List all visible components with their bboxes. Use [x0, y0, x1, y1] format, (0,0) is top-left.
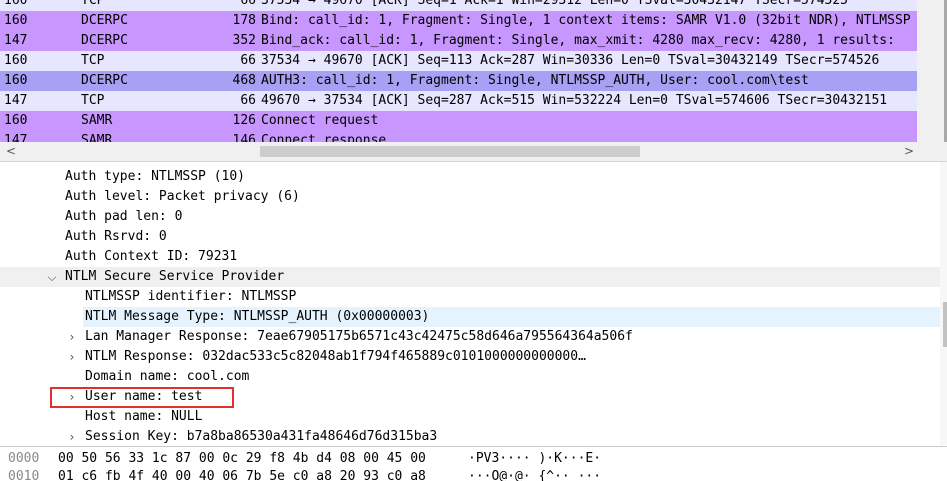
tree-field-text: Host name: NULL — [85, 409, 203, 424]
hex-bytes: 01 c6 fb 4f 40 00 40 06 7b 5e c0 a8 20 9… — [58, 469, 426, 481]
packet-info: 37534 → 49670 [ACK] Seq=113 Ack=287 Win=… — [261, 53, 880, 68]
packet-source: 160 — [4, 53, 28, 68]
tree-field[interactable]: Auth pad len: 0 — [0, 207, 940, 227]
tree-field-text: Domain name: cool.com — [85, 369, 250, 384]
chevron-down-icon[interactable]: ⌵ — [45, 267, 59, 287]
packet-source: 160 — [4, 113, 28, 128]
packet-info: 37534 → 49670 [ACK] Seq=1 Ack=1 Win=2931… — [261, 0, 848, 8]
packet-row[interactable]: 160 TCP 66 37534 → 49670 [ACK] Seq=1 Ack=1 … — [0, 0, 917, 11]
hex-offset: 0010 — [8, 469, 40, 481]
scroll-right-icon[interactable]: > — [902, 142, 916, 161]
scrollbar-corner — [917, 142, 947, 161]
tree-field[interactable]: NTLM Message Type: NTLMSSP_AUTH (0x00000… — [0, 307, 940, 327]
packet-length: 126 — [232, 113, 256, 128]
packet-protocol: SAMR — [81, 133, 113, 142]
packet-protocol: TCP — [81, 93, 105, 108]
packet-source: 160 — [4, 13, 28, 28]
packet-source: 147 — [4, 133, 28, 142]
tree-field[interactable]: Domain name: cool.com — [0, 367, 940, 387]
packet-protocol: TCP — [81, 53, 105, 68]
hex-ascii: ·PV3···· )·K···E· — [468, 451, 602, 466]
tree-field-text: NTLM Response: 032dac533c5c82048ab1f794f… — [85, 349, 586, 364]
packet-info: Connect request — [261, 113, 379, 128]
hex-bytes: 00 50 56 33 1c 87 00 0c 29 f8 4b d4 08 0… — [58, 451, 426, 466]
tree-field-text: Auth Context ID: 79231 — [65, 249, 238, 264]
packet-row[interactable]: 160 DCERPC 178 Bind: call_id: 1, Fragment: … — [0, 11, 917, 31]
tree-field[interactable]: › NTLM Response: 032dac533c5c82048ab1f794… — [0, 347, 940, 367]
tree-field[interactable]: Host name: NULL — [0, 407, 940, 427]
tree-field[interactable]: › Session Key: b7a8ba86530a431fa48646d76d… — [0, 427, 940, 445]
packet-protocol: DCERPC — [81, 73, 128, 88]
packet-row[interactable]: 160 TCP 66 37534 → 49670 [ACK] Seq=113 Ack=… — [0, 51, 917, 71]
tree-field-text: Lan Manager Response: 7eae67905175b6571c… — [85, 329, 633, 344]
scrollbar-thumb[interactable] — [943, 302, 947, 347]
tree-field[interactable]: Auth type: NTLMSSP (10) — [0, 167, 940, 187]
packet-info: AUTH3: call_id: 1, Fragment: Single, NTL… — [261, 73, 809, 88]
hex-ascii: ···O@·@· {^·· ··· — [468, 469, 602, 481]
packet-protocol: TCP — [81, 0, 105, 8]
packet-length: 66 — [240, 0, 256, 8]
tree-field-text: NTLM Secure Service Provider — [65, 269, 285, 284]
tree-field[interactable]: NTLMSSP identifier: NTLMSSP — [0, 287, 940, 307]
packet-length: 146 — [232, 133, 256, 142]
scroll-left-icon[interactable]: < — [4, 142, 18, 161]
chevron-right-icon[interactable]: › — [65, 327, 79, 347]
tree-field-text: NTLMSSP identifier: NTLMSSP — [85, 289, 297, 304]
packet-protocol: DCERPC — [81, 13, 128, 28]
tree-field[interactable]: › Lan Manager Response: 7eae67905175b6571… — [0, 327, 940, 347]
packet-info: 49670 → 37534 [ACK] Seq=287 Ack=515 Win=… — [261, 93, 888, 108]
packet-row[interactable]: 160 DCERPC 468 AUTH3: call_id: 1, Fragment:… — [0, 71, 917, 91]
packet-source: 147 — [4, 33, 28, 48]
details-vertical-scrollbar[interactable] — [940, 162, 947, 445]
packet-protocol: SAMR — [81, 113, 113, 128]
tree-field-text: Auth pad len: 0 — [65, 209, 183, 224]
packet-info: Connect response — [261, 133, 387, 142]
tree-field-text: Session Key: b7a8ba86530a431fa48646d76d3… — [85, 429, 438, 444]
packet-row[interactable]: 147 TCP 66 49670 → 37534 [ACK] Seq=287 Ack=… — [0, 91, 917, 111]
packet-list[interactable]: 160 TCP 66 37534 → 49670 [ACK] Seq=1 Ack=1 … — [0, 0, 947, 142]
packet-source: 160 — [4, 0, 28, 8]
packet-row[interactable]: 147 SAMR 146 Connect response — [0, 131, 917, 142]
packet-bytes-pane[interactable]: 0000 00 50 56 33 1c 87 00 0c 29 f8 4b d4 … — [0, 446, 947, 481]
packet-length: 468 — [232, 73, 256, 88]
tree-field-text: Auth Rsrvd: 0 — [65, 229, 167, 244]
packet-source: 160 — [4, 73, 28, 88]
tree-field-text: Auth type: NTLMSSP (10) — [65, 169, 246, 184]
packet-info: Bind: call_id: 1, Fragment: Single, 1 co… — [261, 13, 911, 28]
packet-length: 352 — [232, 33, 256, 48]
packet-info: Bind_ack: call_id: 1, Fragment: Single, … — [261, 33, 895, 48]
tree-section-header[interactable]: ⌵ NTLM Secure Service Provider — [0, 267, 940, 287]
packet-length: 178 — [232, 13, 256, 28]
packet-list-vertical-scrollbar[interactable] — [917, 0, 947, 142]
user-name-annotation-box — [50, 387, 234, 408]
packet-length: 66 — [240, 93, 256, 108]
scrollbar-thumb[interactable] — [260, 146, 640, 157]
hex-offset: 0000 — [8, 451, 40, 466]
packet-protocol: DCERPC — [81, 33, 128, 48]
tree-field[interactable]: Auth level: Packet privacy (6) — [0, 187, 940, 207]
tree-field[interactable]: Auth Rsrvd: 0 — [0, 227, 940, 247]
packet-row[interactable]: 147 DCERPC 352 Bind_ack: call_id: 1, Fragme… — [0, 31, 917, 51]
tree-field-text: NTLM Message Type: NTLMSSP_AUTH (0x00000… — [83, 307, 940, 327]
packet-length: 66 — [240, 53, 256, 68]
packet-source: 147 — [4, 93, 28, 108]
tree-field-text: Auth level: Packet privacy (6) — [65, 189, 300, 204]
packet-list-horizontal-scrollbar[interactable]: < > — [0, 142, 947, 162]
chevron-right-icon[interactable]: › — [65, 427, 79, 445]
packet-row[interactable]: 160 SAMR 126 Connect request — [0, 111, 917, 131]
tree-field[interactable]: Auth Context ID: 79231 — [0, 247, 940, 267]
chevron-right-icon[interactable]: › — [65, 347, 79, 367]
